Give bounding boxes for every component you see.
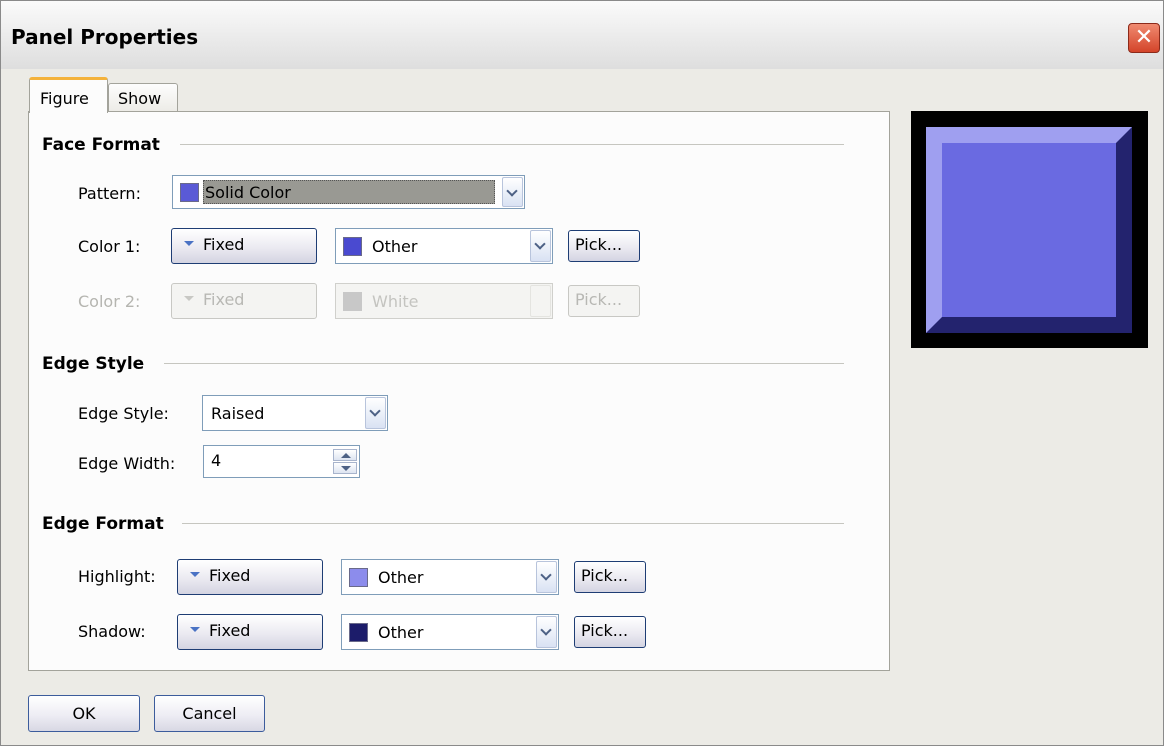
pattern-swatch (180, 183, 199, 202)
highlight-label: Highlight: (78, 567, 156, 586)
color2-mode-label: Fixed (203, 290, 245, 309)
spin-up-icon[interactable] (333, 449, 357, 461)
cancel-button[interactable]: Cancel (154, 695, 265, 732)
color1-mode-button[interactable]: Fixed (171, 228, 317, 264)
color2-mode-button[interactable]: Fixed (171, 283, 317, 319)
figure-tab-page: Face Format Pattern: Solid Color Color 1… (28, 111, 890, 671)
color1-pick-label: Pick... (575, 235, 623, 254)
shadow-value: Other (378, 623, 424, 642)
dropdown-arrow-icon (190, 572, 200, 577)
panel-preview-face (926, 127, 1132, 333)
shadow-pick-button[interactable]: Pick... (574, 616, 646, 648)
highlight-mode-label: Fixed (209, 566, 251, 585)
highlight-dropdown-icon[interactable] (536, 561, 557, 593)
pattern-value: Solid Color (205, 183, 291, 202)
dialog-title: Panel Properties (11, 25, 199, 49)
edge-format-heading: Edge Format (42, 514, 164, 534)
shadow-mode-label: Fixed (209, 621, 251, 640)
color2-dropdown-icon[interactable] (530, 285, 551, 317)
close-button[interactable]: ✕ (1128, 23, 1160, 53)
edge-width-label: Edge Width: (78, 454, 176, 473)
highlight-select[interactable]: Other (341, 559, 559, 595)
color1-pick-button[interactable]: Pick... (568, 230, 640, 262)
pattern-label: Pattern: (78, 184, 141, 203)
pattern-select[interactable]: Solid Color (172, 175, 525, 209)
color1-dropdown-icon[interactable] (530, 230, 551, 262)
highlight-swatch (349, 568, 368, 587)
dropdown-arrow-icon (184, 241, 194, 246)
shadow-mode-button[interactable]: Fixed (177, 614, 323, 650)
title-bar[interactable]: Panel Properties ✕ (1, 1, 1163, 69)
color2-pick-button[interactable]: Pick... (568, 285, 640, 317)
close-icon: ✕ (1134, 25, 1154, 50)
highlight-value: Other (378, 568, 424, 587)
pattern-dropdown-icon[interactable] (502, 177, 523, 207)
highlight-pick-label: Pick... (581, 566, 629, 585)
edge-style-select[interactable]: Raised (202, 395, 388, 431)
color1-swatch (343, 237, 362, 256)
shadow-dropdown-icon[interactable] (536, 616, 557, 648)
color2-swatch (343, 292, 362, 311)
edge-style-heading: Edge Style (42, 354, 145, 374)
spin-down-icon[interactable] (333, 462, 357, 474)
shadow-select[interactable]: Other (341, 614, 559, 650)
ok-button[interactable]: OK (28, 695, 140, 732)
tab-show[interactable]: Show (108, 83, 178, 112)
edge-style-value: Raised (211, 404, 265, 423)
shadow-swatch (349, 623, 368, 642)
panel-preview (911, 111, 1148, 348)
edge-style-label: Edge Style: (78, 404, 169, 423)
color1-select[interactable]: Other (335, 228, 553, 264)
shadow-label: Shadow: (78, 622, 146, 641)
edge-style-dropdown-icon[interactable] (365, 397, 386, 429)
color2-pick-label: Pick... (575, 290, 623, 309)
dropdown-arrow-icon (184, 296, 194, 301)
highlight-pick-button[interactable]: Pick... (574, 561, 646, 593)
face-format-divider (180, 144, 844, 145)
edge-width-value: 4 (211, 451, 222, 470)
shadow-pick-label: Pick... (581, 621, 629, 640)
color2-label: Color 2: (78, 292, 141, 311)
color1-mode-label: Fixed (203, 235, 245, 254)
color1-label: Color 1: (78, 237, 141, 256)
tab-figure[interactable]: Figure (29, 77, 108, 113)
edge-format-divider (182, 523, 844, 524)
edge-style-divider (164, 363, 844, 364)
face-format-heading: Face Format (42, 135, 160, 155)
dropdown-arrow-icon (190, 627, 200, 632)
panel-properties-dialog: Panel Properties ✕ Show Figure Face Form… (0, 0, 1164, 746)
highlight-mode-button[interactable]: Fixed (177, 559, 323, 595)
edge-width-spinner[interactable]: 4 (203, 445, 360, 478)
color1-value: Other (372, 237, 418, 256)
color2-select[interactable]: White (335, 283, 553, 319)
color2-value: White (372, 292, 419, 311)
